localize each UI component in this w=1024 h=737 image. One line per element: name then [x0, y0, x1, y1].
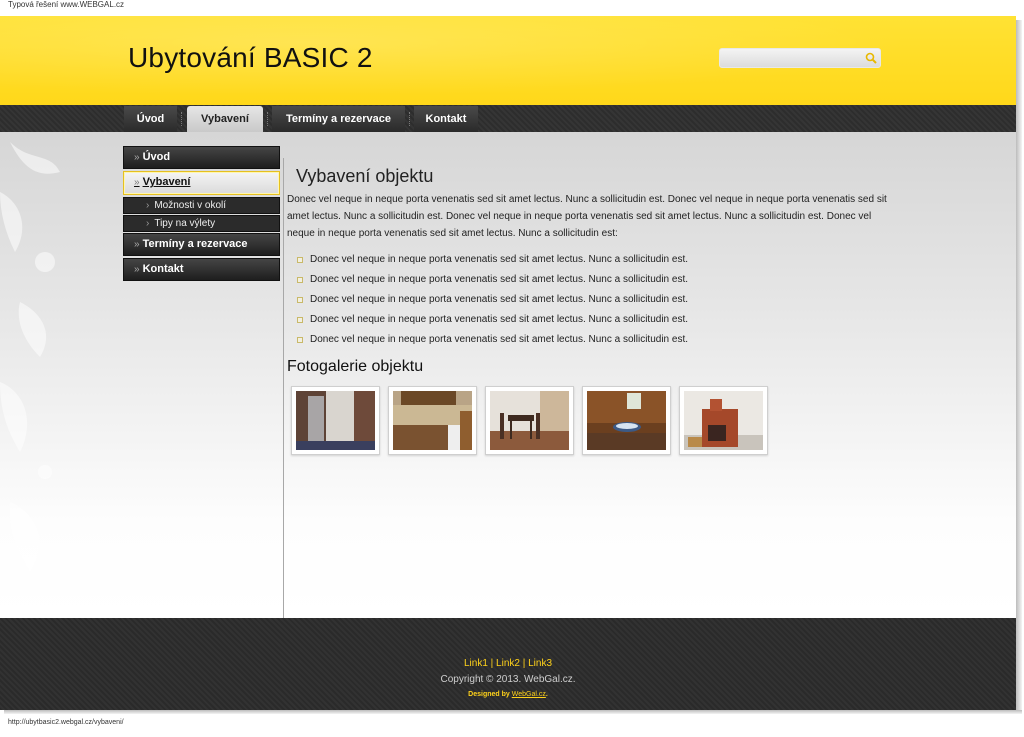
chevron-right-icon: » [134, 152, 140, 163]
nav-uvod-label: Úvod [136, 113, 165, 125]
chevron-right-icon: › [146, 218, 150, 229]
sidemenu-sub-moznosti[interactable]: › Možnosti v okolí [123, 197, 280, 214]
copyright-text: Copyright © 2013. WebGal.cz. [440, 674, 576, 685]
frame-shadow [1016, 20, 1022, 714]
sidemenu-sub-label: Tipy na výlety [154, 218, 216, 229]
bullet-icon [297, 277, 303, 283]
footer-link-1[interactable]: Link1 [464, 658, 488, 669]
intro-paragraph: Donec vel neque in neque porta venenatis… [287, 194, 887, 239]
sidemenu-kontakt-label: Kontakt [142, 263, 184, 275]
gallery-thumb-living[interactable] [582, 386, 671, 455]
main-content: Vybavení objektu Donec vel neque in nequ… [287, 158, 892, 455]
sidemenu-sub-label: Možnosti v okolí [154, 200, 227, 211]
search-box [719, 48, 881, 68]
list-item: Donec vel neque in neque porta venenatis… [297, 310, 892, 330]
feature-list: Donec vel neque in neque porta venenatis… [297, 250, 892, 350]
designed-by-label: Designed by [468, 691, 510, 698]
list-item-text: Donec vel neque in neque porta venenatis… [310, 274, 688, 285]
list-item-text: Donec vel neque in neque porta venenatis… [310, 314, 688, 325]
nav-vybaveni[interactable]: Vybavení [187, 106, 263, 132]
footer: Link1 | Link2 | Link3 Copyright © 2013. … [0, 618, 1016, 710]
browser-page: Ubytování BASIC 2 Úvod Vybavení Termíny … [0, 16, 1016, 710]
nav-kontakt[interactable]: Kontakt [414, 106, 478, 132]
sidemenu-uvod[interactable]: » Úvod [123, 146, 280, 169]
search-input[interactable] [724, 51, 860, 65]
top-caption: Typová řešení www.WEBGAL.cz [0, 0, 1024, 16]
footer-link-2[interactable]: Link2 [496, 658, 520, 669]
floral-ornament [0, 142, 60, 572]
footer-links: Link1 | Link2 | Link3 [0, 658, 1016, 669]
list-item-text: Donec vel neque in neque porta venenatis… [310, 254, 688, 265]
chevron-right-icon: » [134, 239, 140, 250]
main-navigation: Úvod Vybavení Termíny a rezervace Kontak… [0, 105, 1016, 132]
sidemenu-vybaveni[interactable]: » Vybavení [123, 171, 280, 195]
chevron-right-icon: › [146, 200, 150, 211]
kitchen-photo [393, 391, 472, 450]
side-menu: » Úvod » Vybavení › Možnosti v okolí › Tipy … [123, 146, 280, 283]
sidemenu-kontakt[interactable]: » Kontakt [123, 258, 280, 281]
sidemenu-terminy-label: Termíny a rezervace [142, 238, 248, 250]
fireplace-photo [684, 391, 763, 450]
nav-uvod[interactable]: Úvod [124, 106, 177, 132]
sidemenu-uvod-label: Úvod [142, 151, 171, 163]
nav-divider [181, 112, 182, 126]
nav-terminy[interactable]: Termíny a rezervace [272, 106, 405, 132]
list-item: Donec vel neque in neque porta venenatis… [297, 250, 892, 270]
gallery-thumb-kitchen[interactable] [388, 386, 477, 455]
gallery-thumb-fireplace[interactable] [679, 386, 768, 455]
footer-separator: | [522, 658, 526, 669]
footer-link-3[interactable]: Link3 [528, 658, 552, 669]
nav-vybaveni-label: Vybavení [201, 113, 249, 125]
bullet-icon [297, 257, 303, 263]
nav-terminy-label: Termíny a rezervace [286, 113, 391, 125]
footer-separator: | [490, 658, 494, 669]
sidemenu-terminy[interactable]: » Termíny a rezervace [123, 233, 280, 256]
chevron-right-icon: » [134, 264, 140, 275]
gallery-thumb-bathroom[interactable] [291, 386, 380, 455]
nav-kontakt-label: Kontakt [425, 113, 467, 125]
nav-divider [409, 112, 410, 126]
site-title[interactable]: Ubytování BASIC 2 [128, 42, 373, 74]
designed-by: Designed by WebGal.cz. [468, 691, 548, 698]
content-divider [283, 158, 284, 626]
bullet-icon [297, 337, 303, 343]
list-item-text: Donec vel neque in neque porta venenatis… [310, 334, 688, 345]
bathroom-photo [296, 391, 375, 450]
header: Ubytování BASIC 2 [0, 16, 1016, 105]
bullet-icon [297, 297, 303, 303]
designer-link[interactable]: WebGal.cz [512, 691, 546, 698]
list-item-text: Donec vel neque in neque porta venenatis… [310, 294, 688, 305]
chevron-right-icon: » [134, 177, 140, 188]
nav-divider [267, 112, 268, 126]
status-url: http://ubytbasic2.webgal.cz/vybaveni/ [0, 717, 1024, 737]
sidemenu-vybaveni-label: Vybavení [142, 176, 191, 188]
search-icon[interactable] [864, 51, 878, 65]
list-item: Donec vel neque in neque porta venenatis… [297, 270, 892, 290]
list-item: Donec vel neque in neque porta venenatis… [297, 330, 892, 350]
gallery-thumb-dining[interactable] [485, 386, 574, 455]
page-title: Vybavení objektu [296, 166, 434, 186]
gallery-title: Fotogalerie objektu [287, 358, 424, 375]
sidemenu-sub-tipy[interactable]: › Tipy na výlety [123, 215, 280, 232]
dining-photo [490, 391, 569, 450]
living-room-photo [587, 391, 666, 450]
photo-gallery [291, 386, 892, 455]
bullet-icon [297, 317, 303, 323]
list-item: Donec vel neque in neque porta venenatis… [297, 290, 892, 310]
frame-shadow [4, 710, 1022, 714]
